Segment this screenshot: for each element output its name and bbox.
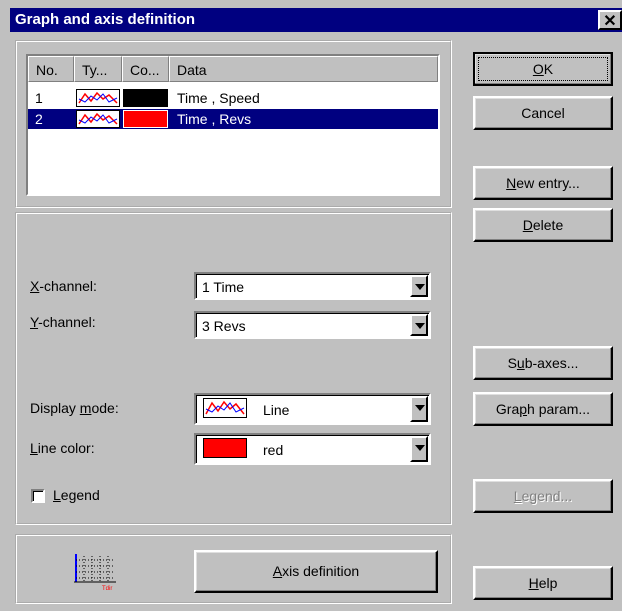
chevron-down-icon[interactable] xyxy=(410,396,428,422)
line-color-label: Line color: xyxy=(30,440,95,456)
y-channel-value: 3 Revs xyxy=(202,318,246,334)
color-swatch xyxy=(203,438,247,458)
y-channel-label: Y-channel: xyxy=(30,314,96,330)
window-title: Graph and axis definition xyxy=(15,11,196,28)
sub-axes-button[interactable]: Sub-axes... xyxy=(473,346,613,380)
row-number: 1 xyxy=(35,90,43,106)
axis-grid-icon: Tdir xyxy=(70,552,120,592)
chevron-down-icon[interactable] xyxy=(410,436,428,462)
line-color-select[interactable]: red xyxy=(194,433,431,465)
delete-button[interactable]: Delete xyxy=(473,208,613,242)
row-data: Time , Speed xyxy=(177,90,260,106)
axis-icon-caption: Tdir xyxy=(102,586,112,592)
legend-checkbox[interactable] xyxy=(31,489,45,503)
title-bar: Graph and axis definition xyxy=(10,8,622,32)
column-header-no[interactable]: No. xyxy=(28,56,74,82)
cancel-button[interactable]: Cancel xyxy=(473,96,613,130)
column-header-data[interactable]: Data xyxy=(169,56,438,82)
display-mode-select[interactable]: Line xyxy=(194,393,431,425)
x-channel-value: 1 Time xyxy=(202,279,245,295)
chevron-down-icon[interactable] xyxy=(410,275,428,297)
close-icon: ✕ xyxy=(603,13,617,30)
color-swatch xyxy=(123,89,168,107)
ok-button[interactable]: OK xyxy=(473,52,613,86)
graph-list[interactable]: No. Ty... Co... Data 1 Time , Speed 2 Ti… xyxy=(26,54,440,196)
graph-param-button[interactable]: Graph param... xyxy=(473,392,613,426)
axis-definition-button[interactable]: Axis definition xyxy=(194,550,438,593)
row-data: Time , Revs xyxy=(177,111,252,127)
color-swatch xyxy=(123,110,168,128)
chevron-down-icon[interactable] xyxy=(410,314,428,336)
y-channel-select[interactable]: 3 Revs xyxy=(194,311,431,339)
line-color-value: red xyxy=(263,442,284,458)
line-graph-icon xyxy=(203,398,247,418)
x-channel-select[interactable]: 1 Time xyxy=(194,272,431,300)
display-mode-value: Line xyxy=(263,402,290,418)
list-row-selected[interactable]: 2 Time , Revs xyxy=(28,109,438,129)
channel-settings-group xyxy=(15,212,452,525)
close-button[interactable]: ✕ xyxy=(598,10,622,30)
row-number: 2 xyxy=(35,111,43,127)
legend-checkbox-label[interactable]: Legend xyxy=(53,487,100,503)
list-row[interactable]: 1 Time , Speed xyxy=(28,88,438,108)
x-channel-label: X-channel: xyxy=(30,278,97,294)
line-graph-icon xyxy=(76,110,120,128)
new-entry-button[interactable]: New entry... xyxy=(473,166,613,200)
legend-button[interactable]: Legend... xyxy=(473,479,613,513)
help-button[interactable]: Help xyxy=(473,566,613,600)
column-header-color[interactable]: Co... xyxy=(122,56,169,82)
column-header-type[interactable]: Ty... xyxy=(74,56,122,82)
display-mode-label: Display mode: xyxy=(30,400,119,416)
line-graph-icon xyxy=(76,89,120,107)
